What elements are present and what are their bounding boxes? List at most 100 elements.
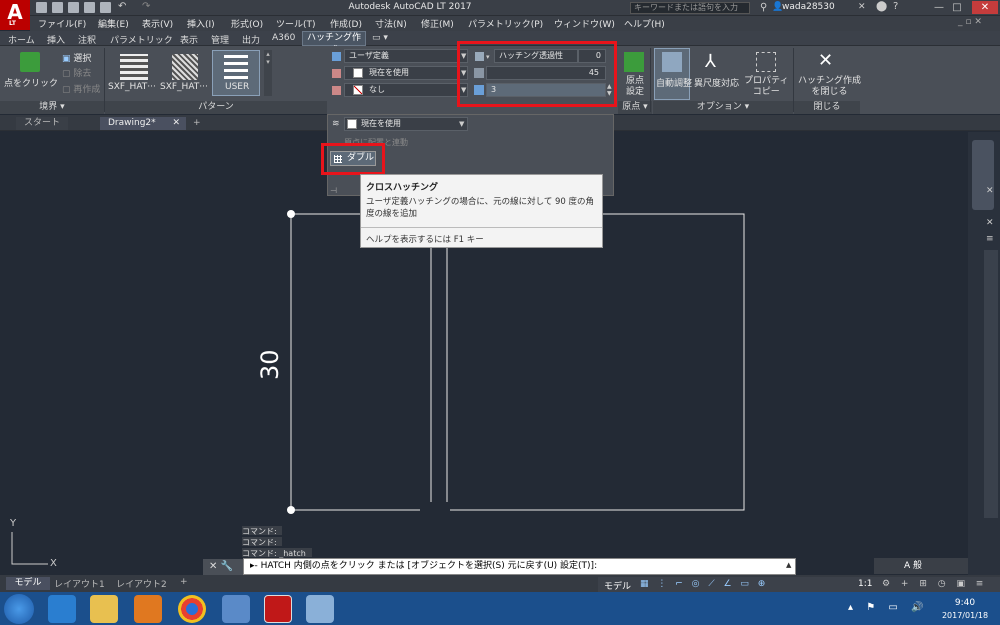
- select-objects-button[interactable]: ▣ 選択: [62, 51, 91, 64]
- tab-output[interactable]: 出力: [242, 33, 260, 46]
- close-hatch-button[interactable]: ハッチング作成 を閉じる: [798, 76, 861, 98]
- hatch-layer-dropdown[interactable]: 現在を使用: [344, 117, 468, 131]
- pattern-scroll[interactable]: ▴ ▾: [264, 50, 272, 96]
- recreate-button[interactable]: ▢ 再作成: [62, 82, 100, 95]
- close-icon[interactable]: ✕: [986, 218, 994, 228]
- tab-parametric[interactable]: パラメトリック: [110, 33, 173, 46]
- grip-top-left[interactable]: [287, 210, 295, 218]
- add-layout-button[interactable]: +: [180, 577, 188, 587]
- maximize-icon[interactable]: □: [950, 1, 964, 14]
- status-tools[interactable]: ⚙ + ⊞ ◷ ▣ ≡: [882, 579, 987, 589]
- pick-point-button[interactable]: 点をクリック: [4, 76, 58, 89]
- menu-tools[interactable]: ツール(T): [276, 17, 316, 30]
- tab-manage[interactable]: 管理: [211, 33, 229, 46]
- remove-button[interactable]: ▢ 除去: [62, 66, 91, 79]
- autocad-taskbar-icon[interactable]: [264, 595, 292, 623]
- paint-icon[interactable]: [306, 595, 334, 623]
- match-properties-button[interactable]: プロパティ コピー: [744, 76, 788, 98]
- annotative-button[interactable]: 異尺度対応: [694, 76, 739, 89]
- selected-rectangle[interactable]: [290, 213, 432, 511]
- menu-file[interactable]: ファイル(F): [38, 17, 86, 30]
- grip-bottom-left[interactable]: [287, 506, 295, 514]
- system-tray-icons[interactable]: ▴ ⚑ ▭ 🔊: [848, 602, 928, 613]
- rectangle-right[interactable]: [446, 213, 745, 511]
- menu-help[interactable]: ヘルプ(H): [624, 17, 665, 30]
- search-input[interactable]: キーワードまたは語句を入力: [630, 2, 750, 14]
- close-icon[interactable]: ✕: [972, 1, 998, 14]
- close-icon[interactable]: ✕: [172, 117, 180, 129]
- tab-insert[interactable]: 挿入: [47, 33, 65, 46]
- print-icon[interactable]: [100, 2, 111, 13]
- media-player-icon[interactable]: [134, 595, 162, 623]
- command-tools[interactable]: ✕ 🔧: [203, 559, 243, 575]
- match-properties-icon[interactable]: [756, 52, 776, 72]
- explorer-icon[interactable]: [90, 595, 118, 623]
- boundary-panel-title[interactable]: 境界 ▾: [0, 101, 104, 114]
- redo-icon[interactable]: ↷: [142, 2, 153, 13]
- tab-layout2[interactable]: レイアウト2: [116, 577, 167, 590]
- pin-icon[interactable]: ⊣: [330, 186, 337, 195]
- a360-icon[interactable]: ⬤: [876, 1, 887, 12]
- pattern-panel-title[interactable]: パターン: [105, 101, 327, 114]
- pick-point-icon[interactable]: [20, 52, 40, 72]
- close-hatch-icon[interactable]: ✕: [818, 50, 833, 71]
- new-icon[interactable]: [36, 2, 47, 13]
- thunderbird-icon[interactable]: [222, 595, 250, 623]
- doc-tab-start[interactable]: スタート: [16, 117, 69, 130]
- start-button[interactable]: [4, 594, 34, 624]
- menu-insert[interactable]: 挿入(I): [187, 17, 215, 30]
- model-space-toggle[interactable]: モデル: [604, 579, 631, 592]
- tab-hatch-creation[interactable]: ハッチング作成: [302, 31, 366, 56]
- menu-format[interactable]: 形式(O): [231, 17, 263, 30]
- set-origin-button[interactable]: 原点 設定: [626, 76, 644, 98]
- user-name[interactable]: wada28530: [782, 2, 835, 12]
- tab-annotate[interactable]: 注釈: [78, 33, 96, 46]
- ribbon-options-icon[interactable]: ▭ ▾: [372, 33, 388, 43]
- menu-window[interactable]: ウィンドウ(W): [554, 17, 615, 30]
- tab-home[interactable]: ホーム: [8, 33, 35, 46]
- set-origin-icon[interactable]: [624, 52, 644, 72]
- menu-view[interactable]: 表示(V): [142, 17, 173, 30]
- clock-date[interactable]: 2017/01/18: [935, 611, 995, 620]
- view-nav-tools[interactable]: [972, 140, 994, 210]
- tab-model[interactable]: モデル: [6, 577, 50, 590]
- app-logo[interactable]: A LT: [0, 0, 30, 30]
- menu-modify[interactable]: 修正(M): [421, 17, 454, 30]
- save-icon[interactable]: [68, 2, 79, 13]
- open-icon[interactable]: [52, 2, 63, 13]
- pattern-sxf2-icon[interactable]: [172, 54, 198, 80]
- menu-draw[interactable]: 作成(D): [330, 17, 362, 30]
- properties-palette-strip[interactable]: [984, 250, 998, 518]
- clock-time[interactable]: 9:40: [940, 598, 990, 608]
- exchange-icon[interactable]: ✕: [858, 2, 866, 12]
- chrome-icon[interactable]: [178, 595, 206, 623]
- menu-dimension[interactable]: 寸法(N): [375, 17, 407, 30]
- undo-icon[interactable]: ↶: [118, 2, 129, 13]
- chevron-up-icon[interactable]: ▲: [786, 561, 791, 569]
- command-line[interactable]: ▸- HATCH 内側の点をクリック または [オブジェクトを選択(S) 元に戻…: [243, 558, 796, 575]
- new-tab-button[interactable]: +: [190, 117, 206, 130]
- annotation-scale[interactable]: 1:1: [858, 579, 872, 589]
- tab-layout1[interactable]: レイアウト1: [54, 577, 105, 590]
- annotative-icon[interactable]: ⅄: [705, 52, 716, 72]
- pattern-sxf1-icon[interactable]: [120, 54, 148, 80]
- doc-window-controls[interactable]: _ ▫ ✕: [958, 17, 982, 27]
- tab-a360[interactable]: A360: [272, 33, 295, 43]
- origin-panel-title[interactable]: 原点 ▾: [618, 101, 652, 114]
- dimension-text[interactable]: 30: [256, 349, 284, 380]
- doc-tab-drawing2[interactable]: Drawing2* ✕: [100, 117, 186, 130]
- hatch-type-dropdown[interactable]: ユーザ定義: [344, 49, 468, 63]
- close-icon[interactable]: ✕: [986, 186, 994, 196]
- close-panel-title[interactable]: 閉じる: [794, 101, 860, 114]
- ie-icon[interactable]: [48, 595, 76, 623]
- tab-view[interactable]: 表示: [180, 33, 198, 46]
- minimize-icon[interactable]: —: [932, 1, 946, 14]
- help-icon[interactable]: ?: [893, 1, 898, 12]
- ime-toolbar[interactable]: A 般: [874, 558, 968, 574]
- binoculars-icon[interactable]: ⚲: [760, 2, 767, 13]
- menu-icon[interactable]: ≡: [986, 234, 994, 244]
- options-panel-title[interactable]: オプション ▾: [653, 101, 793, 114]
- drafting-toggles[interactable]: ▦ ⋮ ⌐ ◎ ⟋ ∠ ▭ ⊕: [640, 579, 768, 589]
- saveas-icon[interactable]: [84, 2, 95, 13]
- menu-edit[interactable]: 編集(E): [98, 17, 129, 30]
